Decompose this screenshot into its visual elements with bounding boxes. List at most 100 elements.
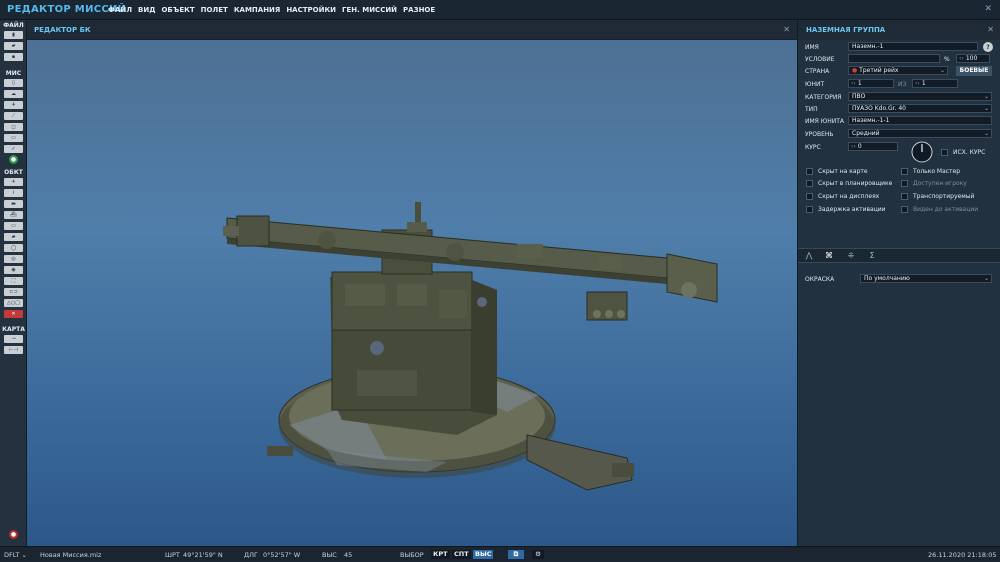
stepper-arrows-icon[interactable]: ‹› (957, 55, 966, 62)
menu-bar: РЕДАКТОР МИССИЙ ФАЙЛ ВИД ОБЪЕКТ ПОЛЕТ КА… (0, 0, 1000, 20)
unit-count-stepper[interactable]: ‹› 1 (912, 79, 958, 88)
paint-value: По умолчанию (864, 275, 910, 282)
initial-heading-checkbox[interactable] (941, 149, 948, 156)
country-label: СТРАНА (805, 68, 830, 75)
panel-close-icon[interactable]: ✕ (987, 25, 994, 34)
airbase-icon[interactable]: ⛶ (4, 277, 23, 285)
hidden-on-displays-label: Скрыт на дисплеях (818, 193, 880, 200)
category-select[interactable]: ПВО ⌄ (848, 92, 992, 101)
aircraft-icon[interactable]: ✈ (4, 101, 23, 109)
link-icon[interactable]: ⊂⊃ (4, 288, 23, 296)
summary-tab-icon[interactable]: Σ (865, 251, 879, 261)
player-can-drive-label: Доступен игроку (913, 180, 967, 187)
train-icon[interactable]: ▰ (4, 233, 23, 241)
menu-flight[interactable]: ПОЛЕТ (201, 6, 228, 14)
stepper-arrows-icon[interactable]: ‹› (849, 80, 858, 87)
player-can-drive-checkbox[interactable] (901, 180, 908, 187)
hidden-in-planner-checkbox[interactable] (806, 180, 813, 187)
condition-percent-value: 100 (965, 55, 978, 62)
name-field[interactable]: Наземн.-1 (848, 42, 978, 51)
hidden-on-displays-checkbox[interactable] (806, 193, 813, 200)
stepper-arrows-icon[interactable]: ‹› (913, 80, 922, 87)
map-mode-button[interactable]: КРТ (431, 550, 450, 559)
check-icon[interactable]: ✓ (4, 145, 23, 153)
map-ruler-icon[interactable]: ⊢⊣ (4, 346, 23, 354)
plane-group-icon[interactable]: ✈ (4, 178, 23, 186)
menu-object[interactable]: ОБЪЕКТ (161, 6, 194, 14)
zone-icon[interactable]: ◯ (4, 244, 23, 252)
heading-label: КУРС (805, 144, 821, 151)
hidden-in-planner-label: Скрыт в планировщике (818, 180, 893, 187)
unit-stepper[interactable]: ‹› 1 (848, 79, 894, 88)
menu-file[interactable]: ФАЙЛ (108, 6, 132, 14)
type-select[interactable]: ПУАЗО Kdo.Gr. 40 ⌄ (848, 104, 992, 113)
altitude-mode-button[interactable]: ВЫС (473, 550, 494, 559)
shapes-icon[interactable]: △○□ (4, 299, 23, 307)
category-label: КАТЕГОРИЯ (805, 94, 842, 101)
settings-gear-icon[interactable]: ⚙ (532, 550, 544, 559)
hidden-on-map-checkbox[interactable] (806, 168, 813, 175)
menu-settings[interactable]: НАСТРОЙКИ (286, 6, 336, 14)
stop-icon[interactable]: ● (9, 530, 18, 539)
heading-stepper[interactable]: ‹› 0 (848, 142, 898, 151)
condition-field[interactable] (848, 54, 940, 63)
menu-mission-generator[interactable]: ГЕН. МИССИЙ (342, 6, 397, 14)
type-label: ТИП (805, 106, 818, 113)
ship-group-icon[interactable]: ⛴ (4, 211, 23, 219)
menu-misc[interactable]: РАЗНОЕ (403, 6, 435, 14)
target-icon[interactable]: ◎ (4, 255, 23, 263)
loadout-tab-icon[interactable]: ⌘ (822, 251, 836, 261)
route-icon[interactable]: ⟋ (4, 112, 23, 120)
viewport-title: РЕДАКТОР БК (34, 26, 91, 34)
viewport-close-icon[interactable]: ✕ (783, 25, 790, 34)
country-select[interactable]: ● Третий рейх ⌄ (848, 66, 948, 75)
selection-label: ВЫБОР (400, 551, 424, 559)
save-icon[interactable]: ▪ (4, 53, 23, 61)
level-select[interactable]: Средний ⌄ (848, 129, 992, 138)
condition-percent-stepper[interactable]: ‹› 100 (956, 54, 990, 63)
paint-label: ОКРАСКА (805, 276, 835, 283)
route-tab-icon[interactable]: ⋀ (802, 251, 816, 261)
country-value: Третий рейх (859, 67, 899, 74)
triggers-icon[interactable]: ◻ (4, 123, 23, 131)
map-layers-icon[interactable]: ⧉ (508, 550, 524, 559)
unit-count-value: 1 (921, 80, 926, 87)
transportable-checkbox[interactable] (901, 193, 908, 200)
heading-dial-icon[interactable] (910, 140, 934, 164)
satellite-mode-button[interactable]: СПТ (452, 550, 471, 559)
help-icon[interactable]: ? (983, 42, 993, 52)
triggered-actions-tab-icon[interactable]: ⁜ (844, 251, 858, 261)
briefing-icon[interactable]: ▯ (4, 79, 23, 87)
visible-before-activation-checkbox[interactable] (901, 206, 908, 213)
mission-editor-window: РЕДАКТОР МИССИЙ ФАЙЛ ВИД ОБЪЕКТ ПОЛЕТ КА… (0, 0, 1000, 562)
ground-group-icon[interactable]: ▬ (4, 200, 23, 208)
delete-icon[interactable]: ✕ (4, 310, 23, 318)
map-key-icon[interactable]: ⊸ (4, 335, 23, 343)
menu-campaign[interactable]: КАМПАНИЯ (234, 6, 281, 14)
helicopter-group-icon[interactable]: ⌇ (4, 189, 23, 197)
category-value: ПВО (852, 93, 866, 100)
open-folder-icon[interactable]: ▰ (4, 42, 23, 50)
menu-view[interactable]: ВИД (138, 6, 155, 14)
loadout-editor-viewport[interactable]: РЕДАКТОР БК ✕ (27, 20, 797, 546)
weather-icon[interactable]: ☁ (4, 90, 23, 98)
actions-icon[interactable]: ▭ (4, 134, 23, 142)
profile-selector[interactable]: DFLT ⌄ (4, 551, 27, 559)
master-only-checkbox[interactable] (901, 168, 908, 175)
unit-name-field[interactable]: Наземн.-1-1 (848, 116, 992, 125)
green-flag-icon[interactable]: ● (9, 155, 18, 164)
close-app-icon[interactable]: ✕ (984, 4, 992, 14)
fire-director-3d-model (223, 202, 718, 491)
hidden-on-map-label: Скрыт на карте (818, 168, 868, 175)
stepper-arrows-icon[interactable]: ‹› (849, 143, 858, 150)
static-object-icon[interactable]: ▭ (4, 222, 23, 230)
level-value: Средний (852, 130, 880, 137)
combat-button[interactable]: БОЕВЫЕ (956, 66, 992, 76)
chevron-down-icon: ⌄ (983, 105, 989, 112)
late-activation-checkbox[interactable] (806, 206, 813, 213)
chevron-down-icon: ⌄ (983, 275, 989, 282)
paint-select[interactable]: По умолчанию ⌄ (860, 274, 992, 283)
panel-tab-bar: ⋀ ⌘ ⁜ Σ (798, 248, 1000, 263)
new-file-icon[interactable]: ▮ (4, 31, 23, 39)
navpoint-icon[interactable]: ◉ (4, 266, 23, 274)
